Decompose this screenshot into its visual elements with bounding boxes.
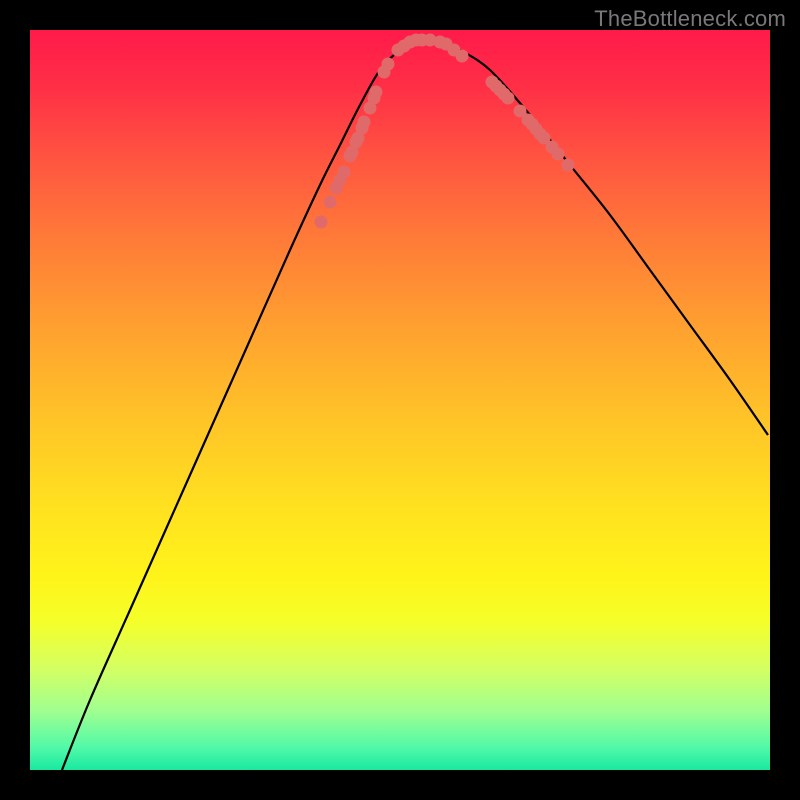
curve-marker <box>334 174 347 187</box>
curve-marker <box>350 136 363 149</box>
chart-svg <box>30 30 770 770</box>
curve-marker <box>398 40 411 53</box>
curve-marker <box>456 50 469 63</box>
bottleneck-curve <box>62 39 768 770</box>
curve-marker <box>562 159 575 172</box>
curve-marker <box>324 196 337 209</box>
curve-marker <box>315 216 328 229</box>
watermark-text: TheBottleneck.com <box>594 6 786 32</box>
curve-marker <box>502 92 515 105</box>
curve-marker <box>382 58 395 71</box>
curve-marker <box>552 148 565 161</box>
curve-marker <box>534 128 547 141</box>
curve-marker <box>368 92 381 105</box>
curve-markers <box>315 34 575 229</box>
curve-marker <box>344 150 357 163</box>
chart-plot-area <box>30 30 770 770</box>
curve-marker <box>356 122 369 135</box>
curve-marker <box>410 34 423 47</box>
